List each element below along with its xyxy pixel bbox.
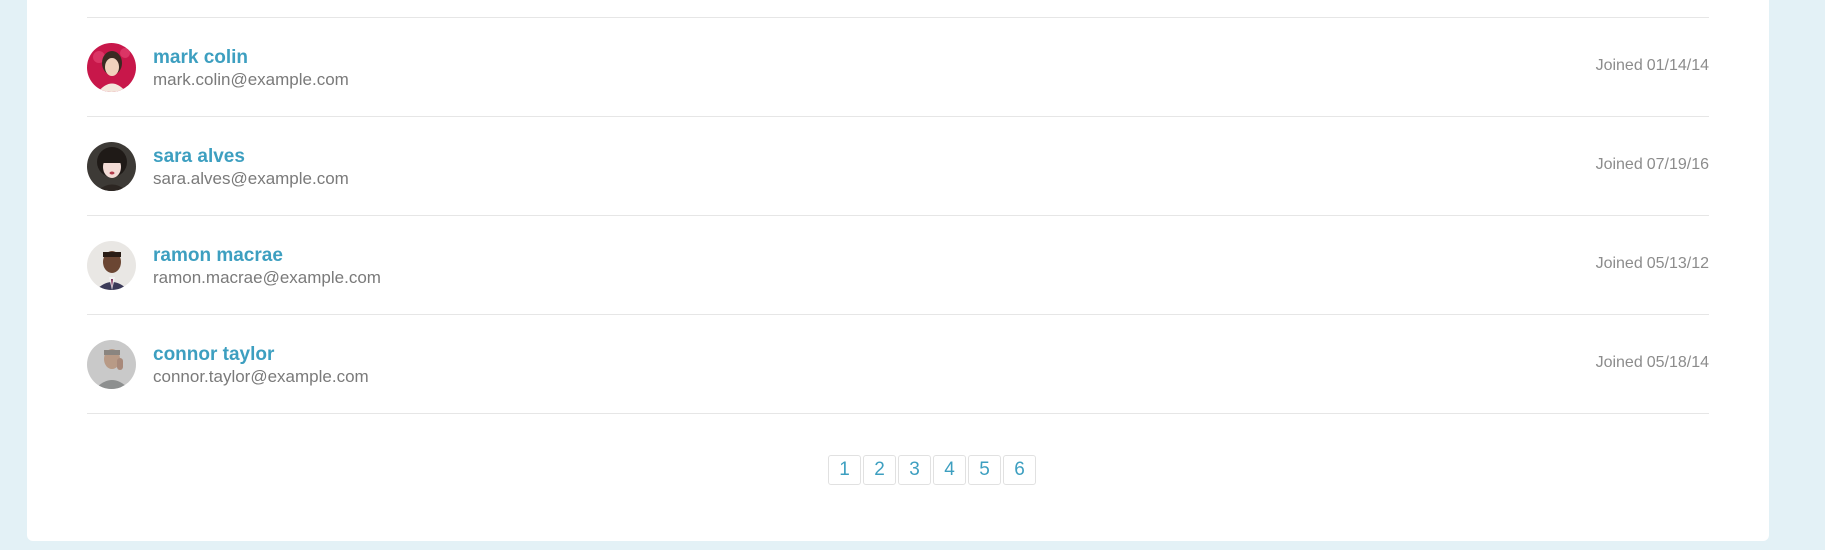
- avatar-photo-icon: [87, 142, 136, 191]
- avatar[interactable]: [87, 241, 136, 290]
- user-email: mark.colin@example.com: [153, 70, 349, 89]
- avatar[interactable]: [87, 142, 136, 191]
- user-name[interactable]: ramon macrae: [153, 245, 283, 267]
- page-button-5[interactable]: 5: [968, 455, 1001, 485]
- joined-value: 05/13/12: [1646, 255, 1709, 272]
- user-name[interactable]: sara alves: [153, 146, 245, 168]
- joined-label: Joined: [1595, 57, 1643, 74]
- joined-date: Joined 07/19/16: [1596, 155, 1709, 175]
- user-list: mark colin mark.colin@example.com Joined…: [87, 17, 1709, 414]
- joined-date: Joined 05/18/14: [1596, 353, 1709, 373]
- joined-label: Joined: [1595, 156, 1643, 173]
- joined-value: 05/18/14: [1646, 354, 1709, 371]
- avatar[interactable]: [87, 43, 136, 92]
- joined-date: Joined 05/13/12: [1596, 254, 1709, 274]
- joined-label: Joined: [1595, 255, 1643, 272]
- pagination: 1 2 3 4 5 6: [828, 455, 1036, 485]
- avatar[interactable]: [87, 340, 136, 389]
- page-button-6[interactable]: 6: [1003, 455, 1036, 485]
- user-email: connor.taylor@example.com: [153, 367, 369, 386]
- user-row[interactable]: connor taylor connor.taylor@example.com …: [87, 315, 1709, 414]
- avatar-photo-icon: [87, 43, 136, 92]
- user-list-card: mark colin mark.colin@example.com Joined…: [27, 0, 1769, 541]
- joined-value: 07/19/16: [1646, 156, 1709, 173]
- user-row[interactable]: ramon macrae ramon.macrae@example.com Jo…: [87, 216, 1709, 315]
- user-name[interactable]: mark colin: [153, 47, 248, 69]
- page-button-1[interactable]: 1: [828, 455, 861, 485]
- joined-date: Joined 01/14/14: [1596, 56, 1709, 76]
- page-button-4[interactable]: 4: [933, 455, 966, 485]
- user-row[interactable]: sara alves sara.alves@example.com Joined…: [87, 117, 1709, 216]
- page-button-3[interactable]: 3: [898, 455, 931, 485]
- user-email: ramon.macrae@example.com: [153, 268, 381, 287]
- user-name[interactable]: connor taylor: [153, 344, 274, 366]
- avatar-photo-icon: [87, 340, 136, 389]
- page-button-2[interactable]: 2: [863, 455, 896, 485]
- joined-label: Joined: [1595, 354, 1643, 371]
- avatar-photo-icon: [87, 241, 136, 290]
- joined-value: 01/14/14: [1646, 57, 1709, 74]
- user-email: sara.alves@example.com: [153, 169, 349, 188]
- user-row[interactable]: mark colin mark.colin@example.com Joined…: [87, 18, 1709, 117]
